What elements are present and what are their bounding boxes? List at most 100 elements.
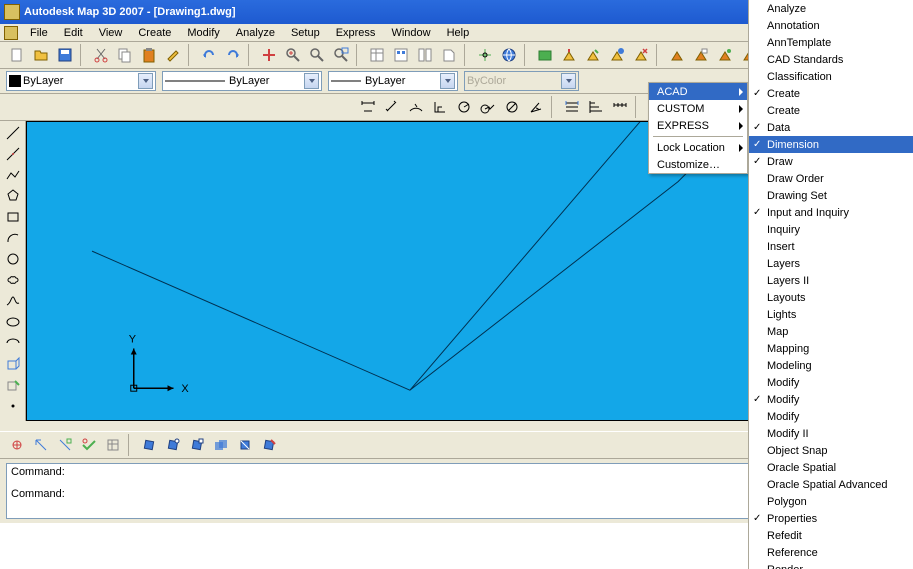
menu-edit[interactable]: Edit — [56, 26, 91, 40]
line-button[interactable] — [2, 123, 24, 143]
vmenu-item[interactable]: Modify — [749, 391, 913, 408]
vmenu-item[interactable]: Polygon — [749, 493, 913, 510]
zoom-previous-button[interactable] — [330, 44, 352, 66]
map-task-button[interactable] — [534, 44, 556, 66]
map-topo-button[interactable] — [714, 44, 736, 66]
construction-line-button[interactable] — [2, 144, 24, 164]
make-block-button[interactable] — [2, 375, 24, 395]
menu-express[interactable]: Express — [328, 26, 384, 40]
submenu-item-customize[interactable]: Customize… — [649, 156, 747, 173]
vmenu-item[interactable]: Layouts — [749, 289, 913, 306]
vmenu-item[interactable]: Reference — [749, 544, 913, 561]
dim-arc-button[interactable] — [405, 96, 427, 118]
vmenu-item[interactable]: Refedit — [749, 527, 913, 544]
topo-node-button[interactable] — [138, 434, 160, 456]
submenu-item-lock[interactable]: Lock Location — [649, 139, 747, 156]
dim-ordinate-button[interactable] — [429, 96, 451, 118]
lineweight-combo[interactable]: ByLayer — [328, 71, 458, 91]
pan-button[interactable] — [258, 44, 280, 66]
vmenu-item[interactable]: Create — [749, 102, 913, 119]
sheet-set-button[interactable] — [438, 44, 460, 66]
submenu-item-acad[interactable]: ACAD — [649, 83, 747, 100]
topo-polygon-button[interactable] — [186, 434, 208, 456]
revision-cloud-button[interactable] — [2, 270, 24, 290]
dim-quick-button[interactable] — [561, 96, 583, 118]
new-button[interactable] — [6, 44, 28, 66]
dim-linear-button[interactable] — [357, 96, 379, 118]
vmenu-item[interactable]: Create — [749, 85, 913, 102]
vmenu-item[interactable]: Oracle Spatial — [749, 459, 913, 476]
topo-overlay-button[interactable] — [210, 434, 232, 456]
undo-button[interactable] — [198, 44, 220, 66]
vmenu-item[interactable]: Data — [749, 119, 913, 136]
polyline-button[interactable] — [2, 165, 24, 185]
vmenu-item[interactable]: Mapping — [749, 340, 913, 357]
vmenu-item[interactable]: Modify — [749, 374, 913, 391]
vmenu-item[interactable]: Modify II — [749, 425, 913, 442]
submenu-item-express[interactable]: EXPRESS — [649, 117, 747, 134]
arc-button[interactable] — [2, 228, 24, 248]
dim-baseline-button[interactable] — [585, 96, 607, 118]
vmenu-item[interactable]: Analyze — [749, 0, 913, 17]
vmenu-item[interactable]: Draw — [749, 153, 913, 170]
insert-block-button[interactable] — [2, 354, 24, 374]
rectangle-button[interactable] — [2, 207, 24, 227]
linetype-combo[interactable]: ByLayer — [162, 71, 322, 91]
open-button[interactable] — [30, 44, 52, 66]
map-save-button[interactable] — [606, 44, 628, 66]
dim-continue-button[interactable] — [609, 96, 631, 118]
vmenu-item[interactable]: Lights — [749, 306, 913, 323]
submenu-item-custom[interactable]: CUSTOM — [649, 100, 747, 117]
vmenu-item[interactable]: Inquiry — [749, 221, 913, 238]
ellipse-arc-button[interactable] — [2, 333, 24, 353]
point-button[interactable] — [2, 396, 24, 416]
dim-diameter-button[interactable] — [501, 96, 523, 118]
vmenu-item[interactable]: Dimension — [749, 136, 913, 153]
menu-create[interactable]: Create — [130, 26, 179, 40]
save-button[interactable] — [54, 44, 76, 66]
redo-button[interactable] — [222, 44, 244, 66]
menu-setup[interactable]: Setup — [283, 26, 328, 40]
topo-load-button[interactable] — [30, 434, 52, 456]
topo-dissolve-button[interactable] — [258, 434, 280, 456]
vmenu-item[interactable]: Layers — [749, 255, 913, 272]
vmenu-item[interactable]: Classification — [749, 68, 913, 85]
menu-window[interactable]: Window — [383, 26, 438, 40]
map-attach-button[interactable] — [558, 44, 580, 66]
menu-analyze[interactable]: Analyze — [228, 26, 283, 40]
menu-modify[interactable]: Modify — [179, 26, 227, 40]
vmenu-item[interactable]: Modeling — [749, 357, 913, 374]
vmenu-item[interactable]: Draw Order — [749, 170, 913, 187]
map-remove-button[interactable] — [630, 44, 652, 66]
topo-audit-button[interactable] — [78, 434, 100, 456]
menu-help[interactable]: Help — [439, 26, 478, 40]
spline-button[interactable] — [2, 291, 24, 311]
globe-button[interactable] — [498, 44, 520, 66]
vmenu-item[interactable]: Object Snap — [749, 442, 913, 459]
dim-radius-button[interactable] — [453, 96, 475, 118]
paste-button[interactable] — [138, 44, 160, 66]
map-query-button[interactable] — [582, 44, 604, 66]
dim-angular-button[interactable] — [525, 96, 547, 118]
polygon-button[interactable] — [2, 186, 24, 206]
vmenu-item[interactable]: Layers II — [749, 272, 913, 289]
design-center-button[interactable] — [390, 44, 412, 66]
dim-jogged-button[interactable] — [477, 96, 499, 118]
map-data-button[interactable] — [666, 44, 688, 66]
tool-palettes-button[interactable] — [414, 44, 436, 66]
topo-link-button[interactable] — [162, 434, 184, 456]
vmenu-item[interactable]: Drawing Set — [749, 187, 913, 204]
vmenu-item[interactable]: Insert — [749, 238, 913, 255]
vmenu-item[interactable]: Annotation — [749, 17, 913, 34]
match-button[interactable] — [162, 44, 184, 66]
topo-admin-button[interactable] — [102, 434, 124, 456]
map-link-button[interactable] — [690, 44, 712, 66]
topo-create-button[interactable] — [6, 434, 28, 456]
dim-aligned-button[interactable] — [381, 96, 403, 118]
properties-button[interactable] — [366, 44, 388, 66]
vmenu-item[interactable]: Oracle Spatial Advanced — [749, 476, 913, 493]
topo-edit-button[interactable] — [54, 434, 76, 456]
ellipse-button[interactable] — [2, 312, 24, 332]
vmenu-item[interactable]: AnnTemplate — [749, 34, 913, 51]
ucs-button[interactable] — [474, 44, 496, 66]
